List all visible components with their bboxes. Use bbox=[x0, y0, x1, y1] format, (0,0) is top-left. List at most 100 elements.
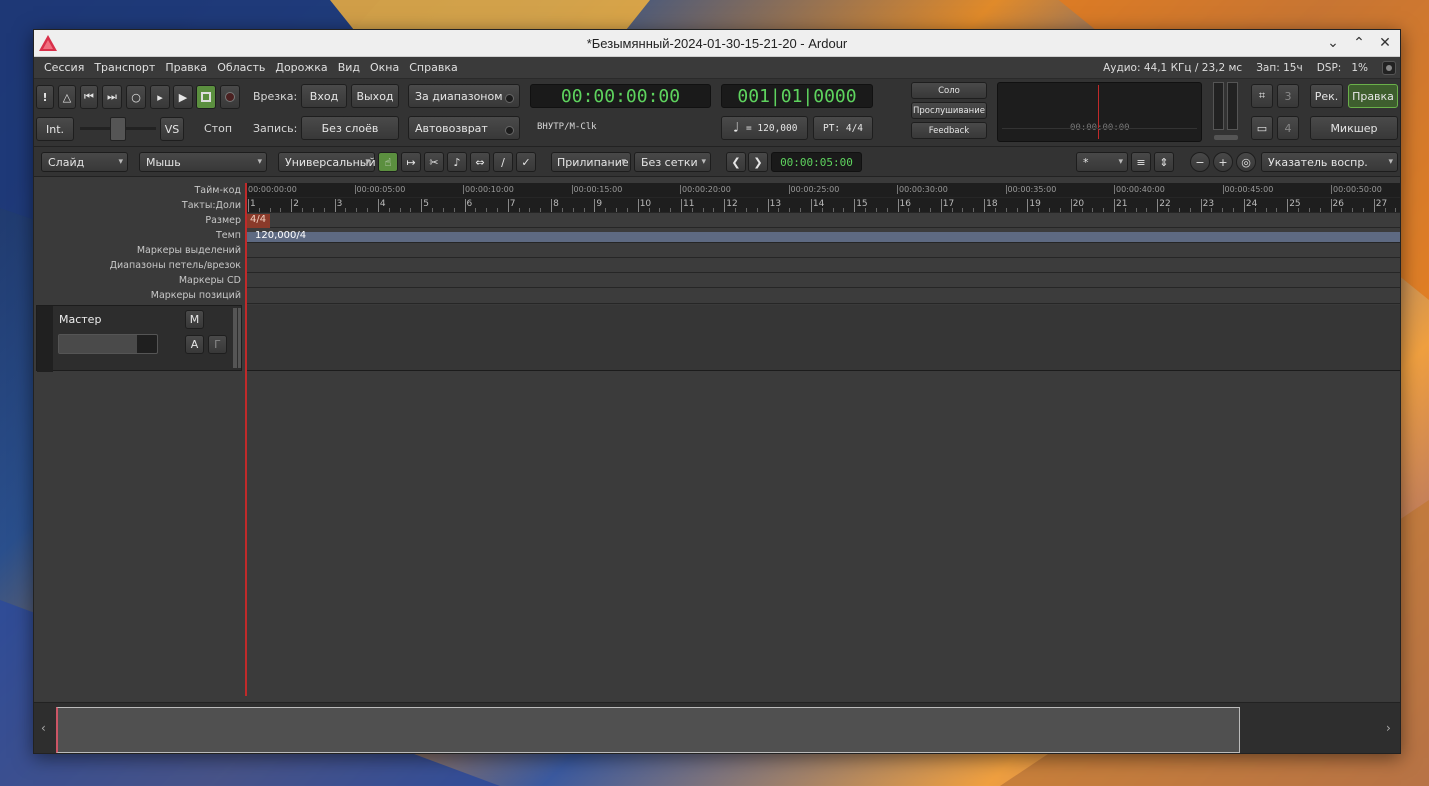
feedback-button[interactable]: Feedback bbox=[911, 122, 987, 139]
loop-punch-ruler[interactable] bbox=[246, 258, 1400, 273]
range-markers-ruler[interactable] bbox=[246, 243, 1400, 258]
tempo-value: = 120,000 bbox=[745, 122, 798, 134]
menu-window[interactable]: Окна bbox=[365, 61, 404, 74]
stop-icon[interactable] bbox=[196, 85, 216, 109]
record-mode-button[interactable]: Без слоёв bbox=[301, 116, 399, 140]
timecode-tick-label: 00:00:50:00 bbox=[1331, 185, 1382, 194]
zoom-session-icon[interactable]: ◎ bbox=[1236, 152, 1256, 172]
summary-scroll-left-icon[interactable]: ‹ bbox=[41, 721, 46, 735]
playhead[interactable] bbox=[245, 183, 247, 696]
zoom-focus-select[interactable]: Указатель воспр. bbox=[1261, 152, 1398, 172]
summary-scroll-right-icon[interactable]: › bbox=[1386, 721, 1391, 735]
beat-tick bbox=[486, 208, 488, 212]
menu-edit[interactable]: Правка bbox=[160, 61, 212, 74]
cut-tool-icon[interactable]: ✂ bbox=[424, 152, 444, 172]
master-track-lane[interactable] bbox=[246, 305, 1400, 371]
mixer-button[interactable]: Микшер bbox=[1310, 116, 1398, 140]
beat-tick bbox=[475, 208, 477, 212]
grid-type-select[interactable]: Универсальный bbox=[278, 152, 376, 172]
punch-in-button[interactable]: Вход bbox=[301, 84, 347, 108]
bar-tick-label: 7 bbox=[507, 199, 516, 212]
play-icon[interactable]: ▶ bbox=[173, 85, 193, 109]
draw-tool-icon[interactable]: ∕ bbox=[493, 152, 513, 172]
recorder-button[interactable]: Рек. bbox=[1310, 84, 1343, 108]
title-bar: *Безымянный-2024-01-30-15-21-20 - Ardour… bbox=[34, 30, 1400, 57]
int-sync-button[interactable]: Int. bbox=[36, 117, 74, 141]
editor-summary[interactable]: ‹ › bbox=[34, 702, 1400, 753]
menu-track[interactable]: Дорожка bbox=[270, 61, 332, 74]
dsp-reset-icon[interactable] bbox=[1382, 60, 1396, 75]
meter-marker[interactable]: 4/4 bbox=[246, 214, 271, 228]
master-track-name[interactable]: Мастер bbox=[59, 313, 101, 326]
menu-region[interactable]: Область bbox=[212, 61, 270, 74]
menu-help[interactable]: Справка bbox=[404, 61, 462, 74]
beat-tick bbox=[367, 208, 369, 212]
layout-4-button[interactable]: 4 bbox=[1277, 116, 1299, 140]
shrink-tracks-icon[interactable]: ≡ bbox=[1131, 152, 1151, 172]
audition-tool-icon[interactable]: ♪ bbox=[447, 152, 467, 172]
nudge-clock[interactable]: 00:00:05:00 bbox=[771, 152, 862, 172]
panic-icon[interactable]: ! bbox=[36, 85, 54, 109]
track-canvas[interactable]: Мастер M A Г bbox=[34, 305, 1400, 701]
maximize-icon[interactable]: ⌃ bbox=[1350, 34, 1368, 52]
play-selection-icon[interactable]: ▸ bbox=[150, 85, 170, 109]
master-automation-button[interactable]: A bbox=[185, 335, 204, 354]
menu-view[interactable]: Вид bbox=[333, 61, 365, 74]
metronome-icon[interactable]: △ bbox=[58, 85, 76, 109]
crop-icon[interactable]: ⌗ bbox=[1251, 84, 1273, 108]
summary-viewport[interactable] bbox=[56, 707, 1240, 753]
grid-select[interactable]: Без сетки bbox=[634, 152, 711, 172]
primary-clock[interactable]: 00:00:00:00 bbox=[530, 84, 711, 108]
tempo-marker[interactable]: 120,000/4 bbox=[255, 230, 306, 241]
cd-markers-ruler[interactable] bbox=[246, 273, 1400, 288]
close-icon[interactable]: ✕ bbox=[1376, 34, 1394, 52]
meter-slider[interactable] bbox=[1214, 135, 1238, 140]
menu-transport[interactable]: Транспорт bbox=[89, 61, 160, 74]
zoom-in-icon[interactable]: + bbox=[1213, 152, 1233, 172]
nudge-back-icon[interactable]: ❮ bbox=[726, 152, 746, 172]
minimize-icon[interactable]: ⌄ bbox=[1324, 34, 1342, 52]
auto-return-button[interactable]: Автовозврат bbox=[408, 116, 520, 140]
bar-tick-label: 1 bbox=[248, 199, 256, 212]
timecode-ruler[interactable]: 00:00:00:00 00:00:05:00 00:00:10:00 00:00:1… bbox=[246, 183, 1400, 198]
meter-button[interactable]: PT: 4/4 bbox=[813, 116, 873, 140]
beat-tick bbox=[691, 208, 693, 212]
layout-3-button[interactable]: 3 bbox=[1277, 84, 1299, 108]
location-markers-ruler[interactable] bbox=[246, 288, 1400, 304]
secondary-clock[interactable]: 001|01|0000 bbox=[721, 84, 873, 108]
meter-ruler[interactable]: 4/4 bbox=[246, 213, 1400, 228]
zoom-out-icon[interactable]: − bbox=[1190, 152, 1210, 172]
stretch-tool-icon[interactable]: ⇔ bbox=[470, 152, 490, 172]
expand-tracks-icon[interactable]: ⇕ bbox=[1154, 152, 1174, 172]
master-group-button[interactable]: Г bbox=[208, 335, 227, 354]
master-track-header[interactable]: Мастер M A Г bbox=[36, 305, 242, 372]
edit-mode-select[interactable]: Слайд bbox=[41, 152, 128, 172]
video-icon[interactable]: ▭ bbox=[1251, 116, 1273, 140]
nudge-forward-icon[interactable]: ❯ bbox=[748, 152, 768, 172]
record-icon[interactable] bbox=[220, 85, 240, 109]
shuttle-slider-handle[interactable] bbox=[110, 117, 126, 141]
goto-start-icon[interactable]: ⏮ bbox=[80, 85, 98, 109]
beat-tick bbox=[756, 208, 758, 212]
master-gain-fader[interactable] bbox=[58, 334, 158, 354]
solo-button[interactable]: Соло bbox=[911, 82, 987, 99]
follow-range-button[interactable]: За диапазоном bbox=[408, 84, 520, 108]
loop-icon[interactable]: ○ bbox=[126, 85, 146, 109]
tempo-button[interactable]: ♩ = 120,000 bbox=[721, 116, 808, 140]
punch-out-button[interactable]: Выход bbox=[351, 84, 399, 108]
vs-button[interactable]: VS bbox=[160, 117, 184, 141]
editor-button[interactable]: Правка bbox=[1348, 84, 1398, 108]
listen-button[interactable]: Прослушивание bbox=[911, 102, 987, 119]
goto-end-icon[interactable]: ⏭ bbox=[102, 85, 122, 109]
menu-session[interactable]: Сессия bbox=[39, 61, 89, 74]
grab-tool-icon[interactable]: ☝ bbox=[378, 152, 398, 172]
content-tool-icon[interactable]: ✓ bbox=[516, 152, 536, 172]
snap-button[interactable]: Прилипание bbox=[551, 152, 631, 172]
visible-tracks-select[interactable]: * bbox=[1076, 152, 1128, 172]
master-mute-button[interactable]: M bbox=[185, 310, 204, 329]
mini-timeline[interactable]: 00:00:00:00 bbox=[997, 82, 1202, 142]
ripple-mode-select[interactable]: Мышь bbox=[139, 152, 267, 172]
bbt-ruler[interactable]: 1 2 3 4 5 6 7 8 9 10 11 12 13 14 15 16 17 18 19 20 21 22 23 24 2… bbox=[246, 198, 1400, 213]
tempo-ruler[interactable]: 120,000/4 bbox=[246, 228, 1400, 243]
range-tool-icon[interactable]: ↦ bbox=[401, 152, 421, 172]
